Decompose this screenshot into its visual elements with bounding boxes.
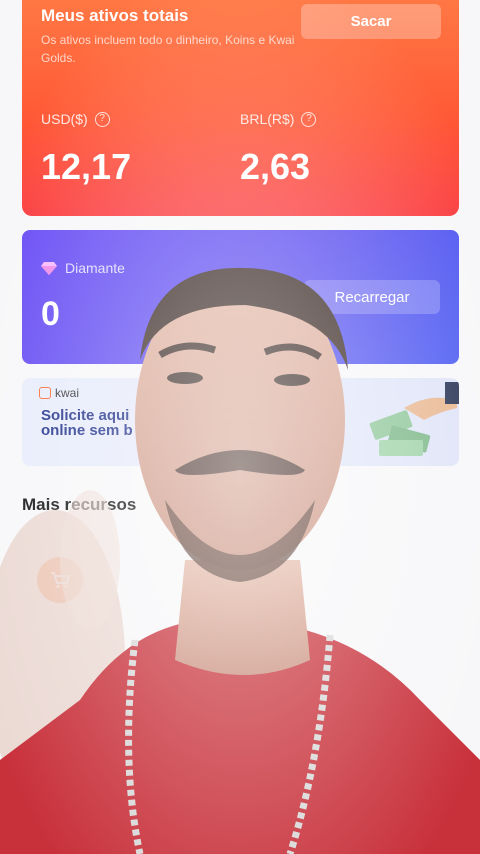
brl-value: 2,63 [240, 146, 311, 187]
usd-value: 12,17 [41, 146, 132, 187]
diamond-card: Diamante 0 Recarregar [22, 230, 459, 364]
diamond-icon [41, 261, 57, 275]
usd-label-row[interactable]: USD($) ? [41, 111, 110, 127]
banner-brand: kwai [39, 386, 79, 400]
assets-description: Os ativos incluem todo o dinheiro, Koins… [41, 33, 295, 65]
usd-label: USD($) [41, 111, 88, 127]
diamond-value: 0 [41, 295, 60, 333]
money-hand-icon [369, 382, 459, 456]
banner-brand-name: kwai [55, 386, 80, 400]
diamond-label-row: Diamante [41, 260, 125, 276]
diamond-label: Diamante [65, 260, 125, 276]
withdraw-button[interactable]: Sacar [301, 4, 441, 39]
assets-title: Meus ativos totais [41, 6, 189, 25]
brl-label-row[interactable]: BRL(R$) ? [240, 111, 317, 127]
promo-banner[interactable]: kwai Solicite aqui online sem b [22, 378, 459, 466]
shop-cart-icon[interactable] [37, 557, 83, 603]
kwai-logo-icon [39, 387, 51, 399]
help-icon[interactable]: ? [94, 111, 110, 127]
help-icon[interactable]: ? [301, 111, 317, 127]
banner-text: Solicite aqui online sem b [41, 407, 133, 439]
total-assets-card: Meus ativos totais Os ativos incluem tod… [22, 0, 459, 216]
recharge-button[interactable]: Recarregar [304, 280, 440, 314]
brl-label: BRL(R$) [240, 111, 295, 127]
more-features-title: Mais recursos [22, 495, 137, 514]
